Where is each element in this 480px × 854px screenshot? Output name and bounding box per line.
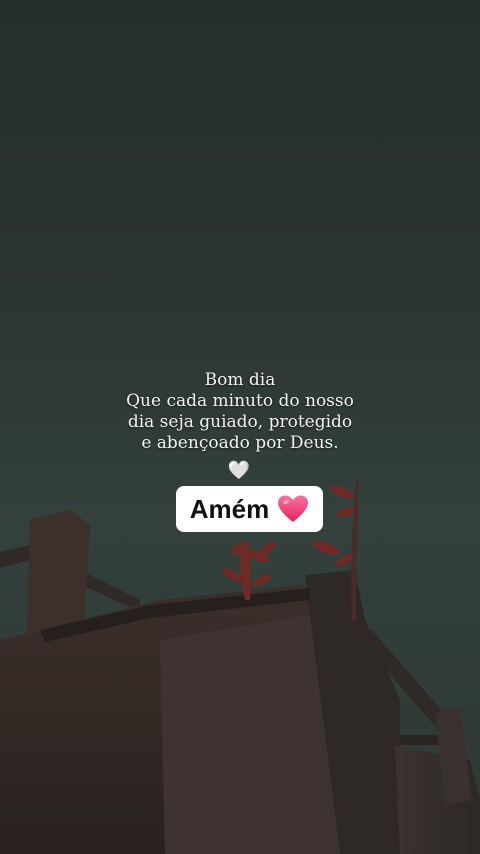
amen-label: Amém — [189, 493, 270, 524]
white-heart-emoji: 🤍 — [227, 460, 251, 481]
message-line: e abençoado por Deus. — [141, 433, 339, 453]
greeting-message: Bom dia Que cada minuto do nosso dia sej… — [0, 370, 480, 454]
pink-heart-icon — [278, 495, 309, 522]
message-line: dia seja guiado, protegido — [127, 412, 353, 432]
message-line: Bom dia — [204, 370, 276, 390]
amen-sticker: Amém — [176, 486, 323, 532]
message-line: Que cada minuto do nosso — [126, 391, 354, 411]
